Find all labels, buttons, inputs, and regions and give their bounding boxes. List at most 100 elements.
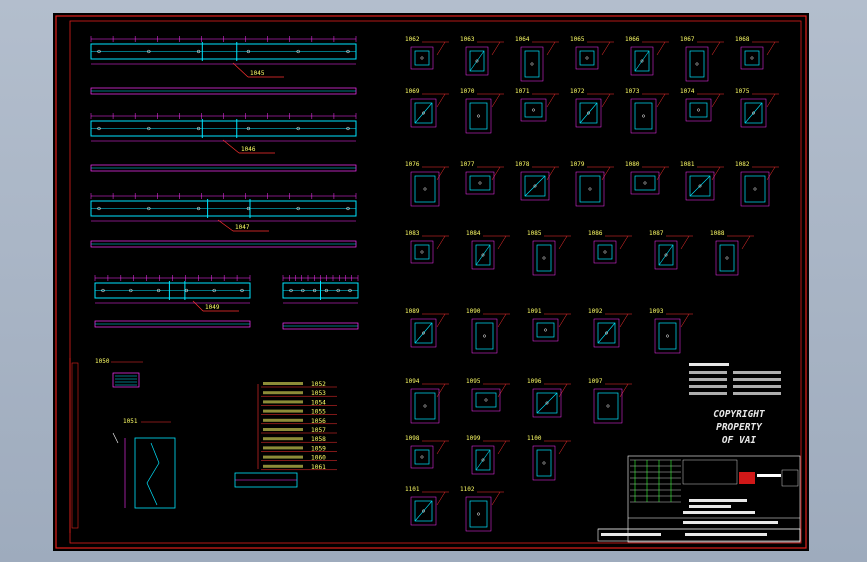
part-outline [524, 102, 543, 118]
part-diagonal [475, 244, 491, 266]
note-line [733, 378, 781, 381]
part-leader [656, 93, 666, 108]
part-dimension-box [715, 240, 739, 276]
part-leader [497, 440, 507, 455]
part-hole [544, 328, 547, 332]
part-outline [469, 500, 488, 528]
part-mark: 1066 [625, 36, 640, 43]
part-diagonal [475, 449, 491, 471]
part-leader [436, 313, 446, 328]
part-leader [491, 41, 501, 56]
detail-1051: 1051 [112, 418, 176, 509]
part-mark: 1071 [515, 88, 530, 95]
part-detail-1098: 1098 [405, 435, 449, 469]
part-hole [478, 181, 482, 185]
part-hole [542, 256, 546, 260]
beam-plan-3 [90, 240, 357, 248]
part-detail-1073: 1073 [625, 88, 669, 134]
part-detail-1071: 1071 [515, 88, 559, 122]
part-diagonal [469, 50, 485, 72]
company-logo [739, 472, 755, 484]
part-hole [420, 250, 424, 254]
schedule-desc [263, 382, 303, 385]
beam-elevation-5 [282, 275, 359, 304]
beam-plan-5 [282, 322, 359, 330]
part-detail-1097: 1097 [588, 378, 632, 424]
part-leader [619, 383, 629, 398]
part-mark: 1089 [405, 308, 420, 315]
part-detail-1063: 1063 [460, 36, 504, 76]
part-mark: 1084 [466, 230, 481, 237]
detail-mark: 1051 [123, 418, 138, 425]
part-mark: 1073 [625, 88, 640, 95]
part-outline [536, 322, 555, 338]
leader-line [217, 219, 234, 232]
beam-elevation-1 [90, 36, 357, 65]
part-detail-1086: 1086 [588, 230, 632, 264]
part-outline [597, 244, 613, 260]
part-outline [469, 175, 491, 191]
part-outline [475, 322, 494, 350]
part-diagonal [414, 322, 433, 344]
part-detail-1096: 1096 [527, 378, 571, 418]
part-mark: 1063 [460, 36, 475, 43]
part-diagonal [634, 50, 650, 72]
part-leader [497, 383, 507, 398]
part-outline [634, 102, 653, 130]
part-mark: 1092 [588, 308, 603, 315]
part-mark: 1088 [710, 230, 725, 237]
part-mark: 1093 [649, 308, 664, 315]
part-detail-1082: 1082 [735, 161, 779, 207]
part-mark: 1049 [205, 304, 220, 311]
part-hole [542, 461, 546, 465]
schedule-mark: 1057 [311, 427, 326, 434]
schedule-desc [263, 455, 303, 459]
part-leader [497, 313, 507, 328]
schedule-mark: 1055 [311, 409, 326, 416]
part-leader [766, 166, 776, 181]
part-outline [414, 449, 430, 465]
part-dimension-box [685, 46, 709, 82]
beam-elevation-4 [94, 275, 251, 304]
schedule-mark: 1053 [311, 390, 326, 397]
part-hole [483, 334, 486, 338]
part-outline [597, 392, 619, 420]
part-leader [558, 383, 568, 398]
part-leader [558, 440, 568, 455]
part-leader [601, 166, 611, 181]
part-leader [436, 491, 446, 506]
part-mark: 1081 [680, 161, 695, 168]
part-outline [658, 322, 677, 350]
note-line [733, 385, 781, 388]
part-outline [579, 50, 595, 66]
part-leader [601, 41, 611, 56]
part-detail-1089: 1089 [405, 308, 449, 348]
part-outline [579, 175, 601, 203]
part-detail-1079: 1079 [570, 161, 614, 207]
part-mark: 1095 [466, 378, 481, 385]
part-mark: 1046 [241, 146, 256, 153]
schedule-mark: 1058 [311, 436, 326, 443]
part-detail-1084: 1084 [466, 230, 510, 270]
part-diagonal [658, 244, 674, 266]
note-line [733, 392, 781, 395]
part-mark: 1094 [405, 378, 420, 385]
copyright-watermark: COPYRIGHT PROPERTY OF VAI [713, 409, 765, 446]
schedule-mark: 1060 [311, 455, 326, 462]
cad-viewport: 1045 1046 1047 1049 1050 1051 1052 1053 1054 1055… [0, 0, 867, 562]
part-leader [711, 41, 721, 56]
part-detail-1080: 1080 [625, 161, 669, 195]
leader-line [192, 300, 204, 312]
part-leader [680, 313, 690, 328]
part-mark: 1091 [527, 308, 542, 315]
part-dimension-box [740, 46, 764, 70]
part-dimension-box [410, 445, 434, 469]
part-mark: 1047 [235, 224, 250, 231]
part-leader [656, 166, 666, 181]
part-leader [436, 235, 446, 250]
part-diagonal [597, 322, 616, 344]
part-leader [711, 166, 721, 181]
schedule-mark: 1052 [311, 381, 326, 388]
beam-plan-2 [90, 164, 357, 172]
part-mark: 1072 [570, 88, 585, 95]
